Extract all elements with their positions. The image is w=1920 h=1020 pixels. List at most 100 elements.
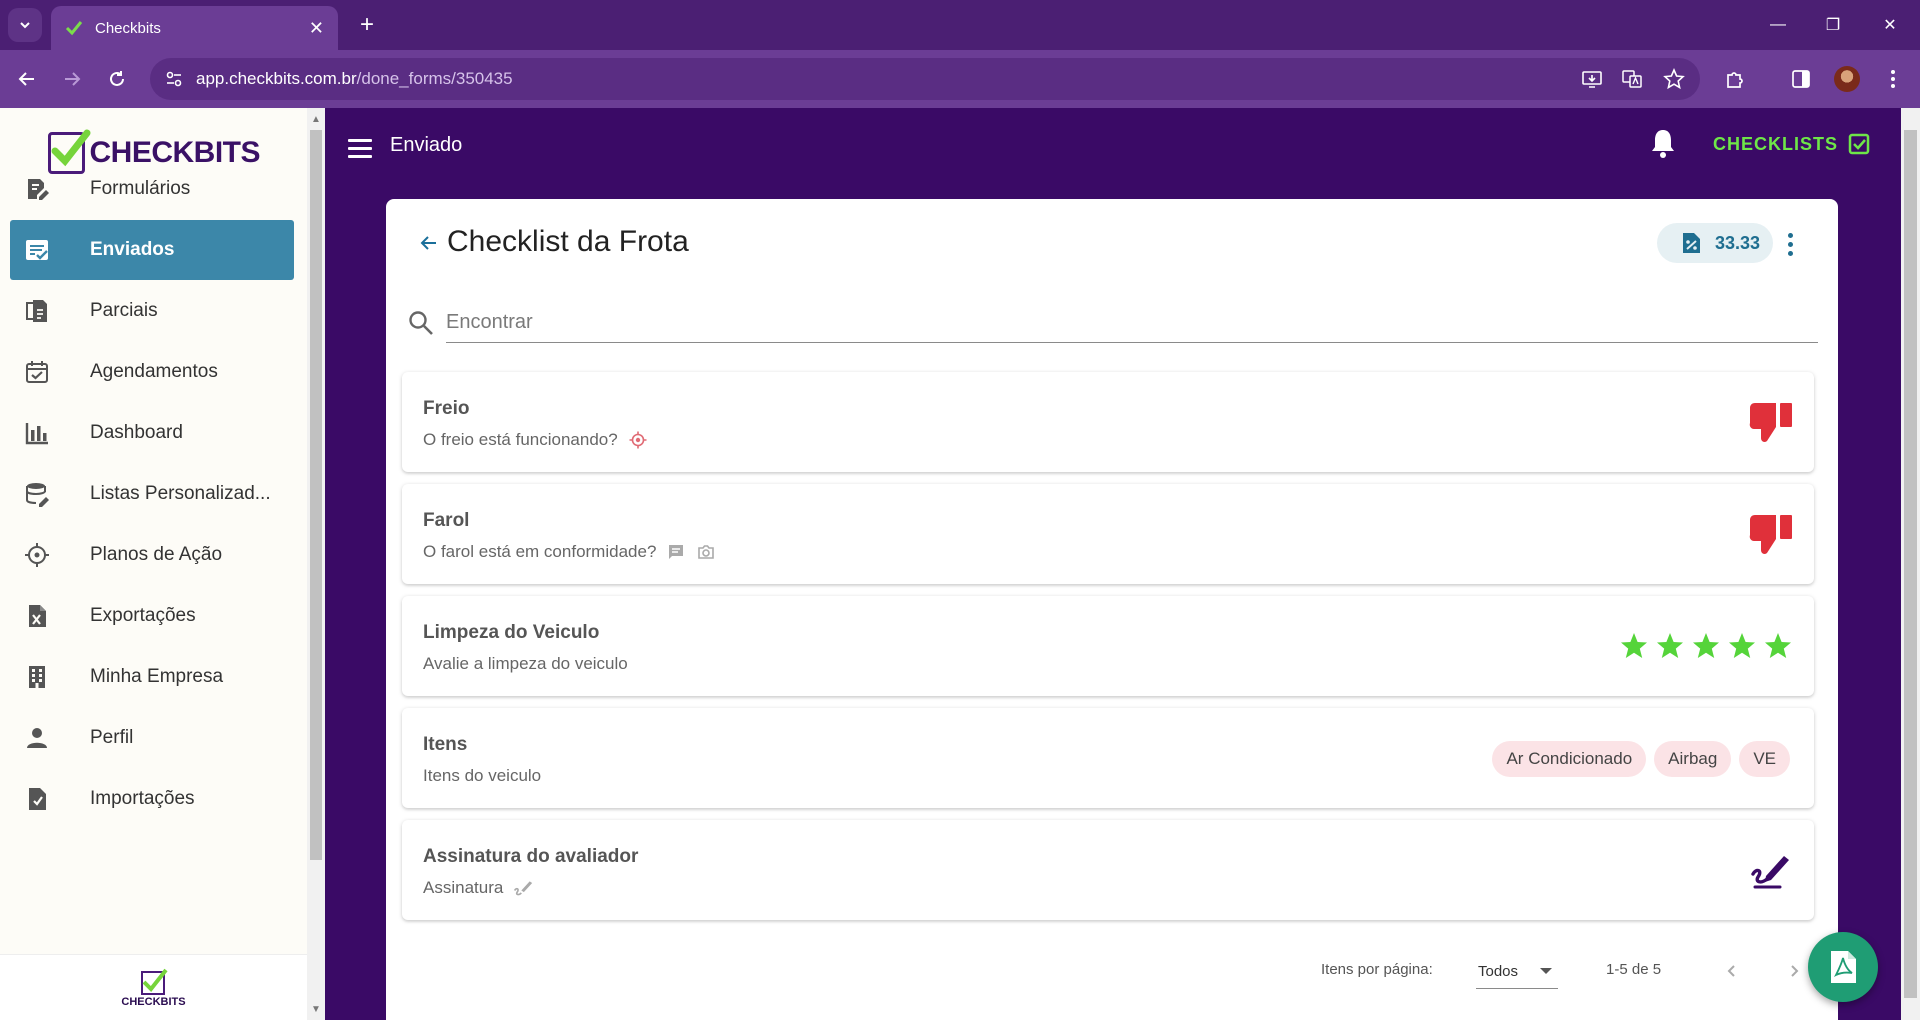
notifications-bell-icon[interactable] xyxy=(1647,126,1679,160)
extensions-button[interactable] xyxy=(1718,62,1752,96)
sidebar-scroll-thumb[interactable] xyxy=(310,130,322,860)
comment-icon[interactable] xyxy=(666,542,686,562)
sidebar-item-label: Dashboard xyxy=(90,422,183,443)
restore-window-button[interactable]: ❐ xyxy=(1813,8,1853,42)
caret-down-icon xyxy=(1540,968,1552,974)
file-import-icon xyxy=(22,784,52,814)
sidebar-item-perfil[interactable]: Perfil xyxy=(10,708,294,768)
browser-menu-button[interactable] xyxy=(1876,62,1910,96)
bar-chart-icon xyxy=(22,418,52,448)
arrow-right-icon xyxy=(65,72,81,86)
pagination: Itens por página: Todos 1-5 de 5 xyxy=(386,951,1838,991)
sidebar-item-label: Minha Empresa xyxy=(90,666,224,687)
sidebar-item-label: Perfil xyxy=(90,727,134,748)
new-tab-button[interactable]: + xyxy=(352,10,382,40)
item-subtitle-row: O freio está funcionando? xyxy=(423,430,648,450)
minimize-window-button[interactable]: — xyxy=(1758,8,1798,42)
item-title: Assinatura do avaliador xyxy=(423,846,639,867)
menu-toggle-icon[interactable] xyxy=(348,133,378,163)
search-input[interactable] xyxy=(446,303,1818,343)
checkbox-checked-icon xyxy=(1848,133,1870,155)
sidebar-item-planos-de-acao[interactable]: Planos de Ação xyxy=(10,525,294,585)
browser-tab[interactable]: Checkbits ✕ xyxy=(51,6,338,50)
side-panel-button[interactable] xyxy=(1784,62,1818,96)
close-window-button[interactable]: ✕ xyxy=(1870,8,1910,42)
chevron-right-icon xyxy=(1791,965,1799,977)
sidebar-item-enviados[interactable]: Enviados xyxy=(10,220,294,280)
chevron-left-icon xyxy=(1727,965,1735,977)
reload-button[interactable] xyxy=(100,62,134,96)
sidebar-item-formularios[interactable]: Formulários xyxy=(10,159,294,219)
sidebar-item-label: Formulários xyxy=(90,178,191,199)
sidebar-item-label: Exportações xyxy=(90,605,196,626)
search-icon xyxy=(407,309,435,337)
items-per-page-value: Todos xyxy=(1478,963,1519,980)
forward-button[interactable] xyxy=(55,62,89,96)
item-subtitle-row: O farol está em conformidade? xyxy=(423,542,716,562)
arrow-left-icon xyxy=(18,72,34,86)
answer-item-limpeza-do-veiculo[interactable]: Limpeza do Veiculo Avalie a limpeza do v… xyxy=(402,596,1814,696)
sidebar-item-agendamentos[interactable]: Agendamentos xyxy=(10,342,294,402)
partial-docs-icon xyxy=(22,296,52,326)
next-page-button[interactable] xyxy=(1780,957,1808,985)
vertical-dots-icon xyxy=(1891,70,1895,88)
sidebar-item-minha-empresa[interactable]: Minha Empresa xyxy=(10,647,294,707)
sidebar-scroll-down-icon[interactable]: ▼ xyxy=(307,1000,325,1018)
sidebar-scroll-up-icon[interactable]: ▲ xyxy=(307,110,325,128)
excel-file-icon xyxy=(22,601,52,631)
previous-page-button[interactable] xyxy=(1718,957,1746,985)
camera-icon[interactable] xyxy=(696,542,716,562)
percent-file-icon xyxy=(1683,233,1700,253)
form-card: Checklist da Frota 33.33 Freio O freio e… xyxy=(386,199,1838,1020)
star-filled-icon xyxy=(1657,633,1683,658)
tab-close-icon[interactable]: ✕ xyxy=(309,18,324,39)
checklists-button[interactable]: CHECKLISTS xyxy=(1713,130,1870,158)
checklists-label: CHECKLISTS xyxy=(1713,133,1839,154)
sidebar-item-listas-personalizadas[interactable]: Listas Personalizad... xyxy=(10,464,294,524)
answer-item-freio[interactable]: Freio O freio está funcionando? xyxy=(402,372,1814,472)
items-per-page-select[interactable]: Todos xyxy=(1476,955,1558,989)
tab-search-button[interactable] xyxy=(8,8,42,42)
bookmark-star-icon[interactable] xyxy=(1662,67,1686,91)
location-target-icon[interactable] xyxy=(628,430,648,450)
sidebar-item-exportacoes[interactable]: Exportações xyxy=(10,586,294,646)
side-panel-icon xyxy=(1792,70,1810,88)
footer-logo-text: CHECKBITS xyxy=(121,995,186,1008)
sidebar-item-label: Importações xyxy=(90,788,195,809)
answer-item-farol[interactable]: Farol O farol está em conformidade? xyxy=(402,484,1814,584)
site-settings-icon[interactable] xyxy=(164,69,184,89)
item-subtitle: Itens do veiculo xyxy=(423,766,542,785)
sidebar-item-importacoes[interactable]: Importações xyxy=(10,769,294,829)
selected-options-chips: Ar Condicionado Airbag VE xyxy=(1492,741,1790,777)
tab-title: Checkbits xyxy=(95,19,161,37)
browser-tab-bar: Checkbits ✕ + — ❐ ✕ xyxy=(0,0,1920,50)
sidebar-item-label: Parciais xyxy=(90,300,158,321)
pdf-file-icon xyxy=(1831,951,1856,983)
answer-item-itens[interactable]: Itens Itens do veiculo Ar Condicionado A… xyxy=(402,708,1814,808)
sidebar-item-parciais[interactable]: Parciais xyxy=(10,281,294,341)
export-pdf-button[interactable] xyxy=(1808,932,1878,1002)
item-subtitle-row: Avalie a limpeza do veiculo xyxy=(423,654,628,674)
option-chip: VE xyxy=(1739,741,1790,777)
sidebar-item-label: Listas Personalizad... xyxy=(90,483,271,504)
translate-icon[interactable] xyxy=(1620,67,1644,91)
item-subtitle-row: Itens do veiculo xyxy=(423,766,541,786)
back-button[interactable] xyxy=(10,62,44,96)
answer-item-assinatura-do-avaliador[interactable]: Assinatura do avaliador Assinatura xyxy=(402,820,1814,920)
install-app-icon[interactable] xyxy=(1580,67,1604,91)
chevron-down-icon xyxy=(20,22,30,29)
sidebar-item-dashboard[interactable]: Dashboard xyxy=(10,403,294,463)
url-input[interactable]: app.checkbits.com.br/done_forms/350435 xyxy=(150,58,1700,100)
footer-logo: CHECKBITS xyxy=(121,968,186,1008)
profile-button[interactable] xyxy=(1830,62,1864,96)
building-icon xyxy=(22,662,52,692)
back-arrow-icon[interactable] xyxy=(415,229,443,257)
avatar xyxy=(1834,66,1860,92)
score-chip[interactable]: 33.33 xyxy=(1657,223,1773,263)
more-options-icon[interactable] xyxy=(1778,229,1802,259)
signature-icon[interactable] xyxy=(1750,852,1792,890)
item-subtitle: O freio está funcionando? xyxy=(423,430,618,449)
item-subtitle: Avalie a limpeza do veiculo xyxy=(423,654,628,673)
sidebar-item-label: Planos de Ação xyxy=(90,544,223,565)
main-scrollbar[interactable] xyxy=(1901,108,1920,1020)
